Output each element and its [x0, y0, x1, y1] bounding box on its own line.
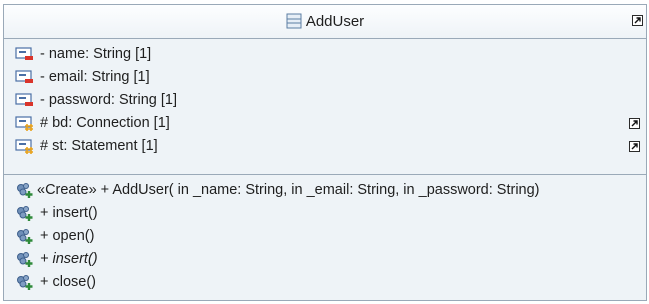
operation-label: + open() — [40, 228, 95, 244]
attribute-row[interactable]: - email: String [1] — [4, 66, 646, 88]
attribute-label: # st: Statement [1] — [40, 138, 158, 154]
protected-attribute-icon — [15, 138, 35, 154]
attributes-compartment: - name: String [1] - email: String [1] -… — [4, 39, 646, 175]
protected-attribute-icon — [15, 115, 35, 131]
operation-icon — [15, 182, 35, 198]
operation-icon — [15, 228, 35, 244]
attribute-label: - password: String [1] — [40, 92, 177, 108]
operation-row[interactable]: + close() — [4, 271, 646, 293]
attribute-label: - email: String [1] — [40, 69, 150, 85]
uml-class-box[interactable]: AddUser - name: String [1] - email: Stri… — [3, 4, 647, 301]
class-name: AddUser — [305, 13, 365, 30]
operation-icon — [15, 205, 35, 221]
operation-label: «Create» + AddUser( in _name: String, in… — [37, 182, 540, 198]
expand-header-icon[interactable] — [632, 15, 643, 26]
attribute-label: # bd: Connection [1] — [40, 115, 170, 131]
abstract-operation-label: + insert() — [40, 251, 98, 267]
class-icon — [286, 13, 302, 34]
operation-label: + close() — [40, 274, 97, 290]
operation-row[interactable]: «Create» + AddUser( in _name: String, in… — [4, 179, 646, 201]
private-attribute-icon — [15, 92, 35, 108]
operation-row[interactable]: + insert() — [4, 248, 646, 270]
operation-row[interactable]: + insert() — [4, 202, 646, 224]
attribute-row[interactable]: - name: String [1] — [4, 43, 646, 65]
operation-icon — [15, 274, 35, 290]
private-attribute-icon — [15, 46, 35, 62]
operation-label: + insert() — [40, 205, 98, 221]
attribute-row[interactable]: # st: Statement [1] — [4, 135, 646, 157]
attribute-label: - name: String [1] — [40, 46, 152, 62]
class-header: AddUser — [4, 5, 646, 39]
attribute-row[interactable]: # bd: Connection [1] — [4, 112, 646, 134]
operation-icon — [15, 251, 35, 267]
operation-row[interactable]: + open() — [4, 225, 646, 247]
attribute-row[interactable]: - password: String [1] — [4, 89, 646, 111]
private-attribute-icon — [15, 69, 35, 85]
operations-compartment: «Create» + AddUser( in _name: String, in… — [4, 176, 646, 300]
expand-type-icon[interactable] — [629, 118, 640, 129]
expand-type-icon[interactable] — [629, 141, 640, 152]
